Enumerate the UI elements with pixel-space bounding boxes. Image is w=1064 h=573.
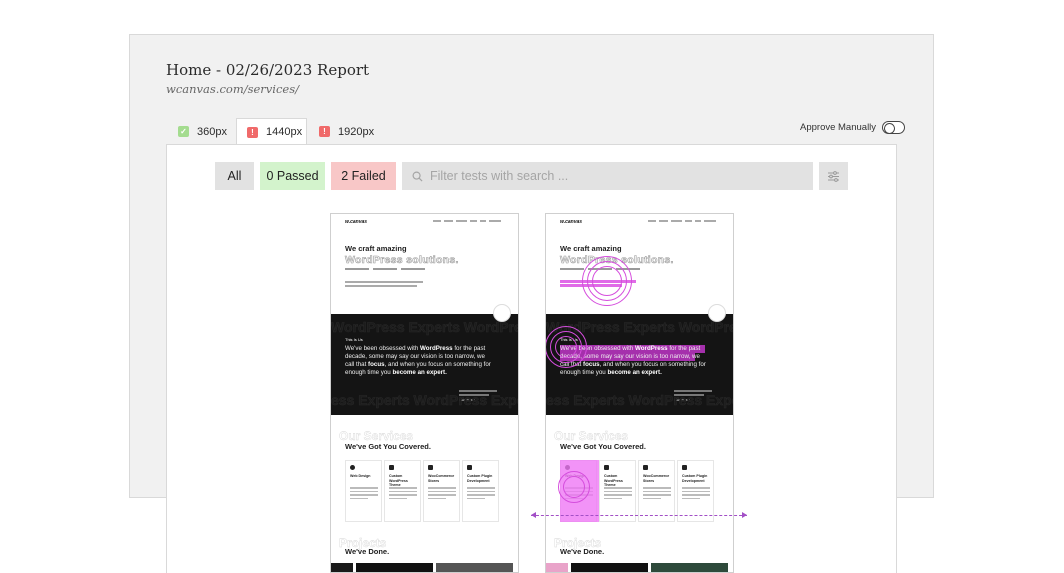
filter-settings-button[interactable]	[819, 162, 848, 190]
service-card: WooCommerce Stores	[423, 460, 460, 522]
about-tag: This Is Us	[345, 337, 363, 342]
approve-manually: Approve Manually	[800, 121, 906, 134]
filter-failed-button[interactable]: 2 Failed	[331, 162, 396, 190]
site-nav-links	[433, 220, 501, 222]
hero-circle	[493, 304, 511, 322]
tab-360px[interactable]: ✓ 360px	[168, 118, 236, 145]
baseline-screenshot[interactable]: w.canvas We craft amazing WordPress solu…	[330, 213, 519, 573]
exclamation-icon: !	[247, 126, 258, 138]
project-thumbnail	[546, 563, 568, 572]
search-placeholder: Filter tests with search ...	[430, 169, 569, 183]
services-ghost-text: Our Services	[554, 429, 629, 443]
service-card: Custom WordPress Theme	[599, 460, 636, 522]
service-card: WooCommerce Stores	[638, 460, 675, 522]
about-text: We've been obsessed with WordPress for t…	[345, 345, 491, 376]
hero-heading: We craft amazing	[560, 244, 622, 253]
site-nav: w.canvas	[546, 214, 733, 230]
project-thumbnail	[571, 563, 648, 572]
services-heading: We've Got You Covered.	[345, 442, 431, 451]
comparison-screenshot[interactable]: w.canvas We craft amazing WordPress solu…	[545, 213, 734, 573]
tab-label: 360px	[197, 125, 227, 138]
diff-marker-ring	[558, 471, 590, 503]
diff-marker-ring	[546, 326, 587, 368]
diff-marker-ring	[582, 256, 632, 306]
project-thumbnail	[356, 563, 433, 572]
tab-1920px[interactable]: ! 1920px	[309, 118, 383, 145]
hero-heading: We craft amazing	[345, 244, 407, 253]
hero-tags	[345, 268, 425, 270]
site-logo: w.canvas	[345, 219, 368, 225]
filter-passed-button[interactable]: 0 Passed	[260, 162, 325, 190]
exclamation-icon: !	[319, 126, 330, 137]
service-card: Custom Plugin Development	[677, 460, 714, 522]
results-area	[166, 144, 897, 573]
services-heading: We've Got You Covered.	[560, 442, 646, 451]
approve-toggle[interactable]	[882, 121, 906, 134]
report-title: Home - 02/26/2023 Report	[166, 61, 370, 79]
projects-heading: We've Done.	[345, 547, 390, 556]
filter-all-button[interactable]: All	[215, 162, 254, 190]
report-url[interactable]: wcanvas.com/services/	[166, 82, 299, 96]
service-card: Custom WordPress Theme	[384, 460, 421, 522]
tab-1440px[interactable]: ! 1440px	[236, 118, 307, 145]
services-cards: Web Design Custom WordPress Theme WooCom…	[345, 460, 499, 522]
site-logo: w.canvas	[560, 219, 583, 225]
search-input[interactable]: Filter tests with search ...	[402, 162, 813, 190]
site-nav-links	[648, 220, 716, 222]
project-thumbnail	[651, 563, 728, 572]
about-section: WordPress Experts WordPress This Is Us W…	[331, 314, 518, 415]
hero-paragraph	[345, 281, 425, 289]
approve-label: Approve Manually	[800, 122, 877, 133]
sliders-icon	[828, 170, 839, 182]
search-icon	[412, 171, 423, 182]
check-icon: ✓	[178, 126, 189, 137]
about-ghost-text-bottom: ess Experts WordPress Experts	[331, 392, 518, 409]
service-card: Web Design	[345, 460, 382, 522]
services-ghost-text: Our Services	[339, 429, 414, 443]
project-thumbnail	[436, 563, 513, 572]
projects-heading: We've Done.	[560, 547, 605, 556]
tab-label: 1920px	[338, 125, 375, 138]
hero-circle	[708, 304, 726, 322]
arrow-left-icon	[531, 512, 536, 518]
about-ghost-text-bottom: ess Experts WordPress Experts	[546, 392, 733, 409]
project-thumbnail	[331, 563, 353, 572]
hero-outline-heading: WordPress solutions.	[345, 254, 459, 267]
about-ghost-text: WordPress Experts WordPress	[331, 319, 518, 336]
tab-label: 1440px	[266, 126, 303, 138]
width-dimension-line	[531, 515, 747, 516]
site-nav: w.canvas	[331, 214, 518, 230]
service-card: Custom Plugin Development	[462, 460, 499, 522]
arrow-right-icon	[742, 512, 747, 518]
